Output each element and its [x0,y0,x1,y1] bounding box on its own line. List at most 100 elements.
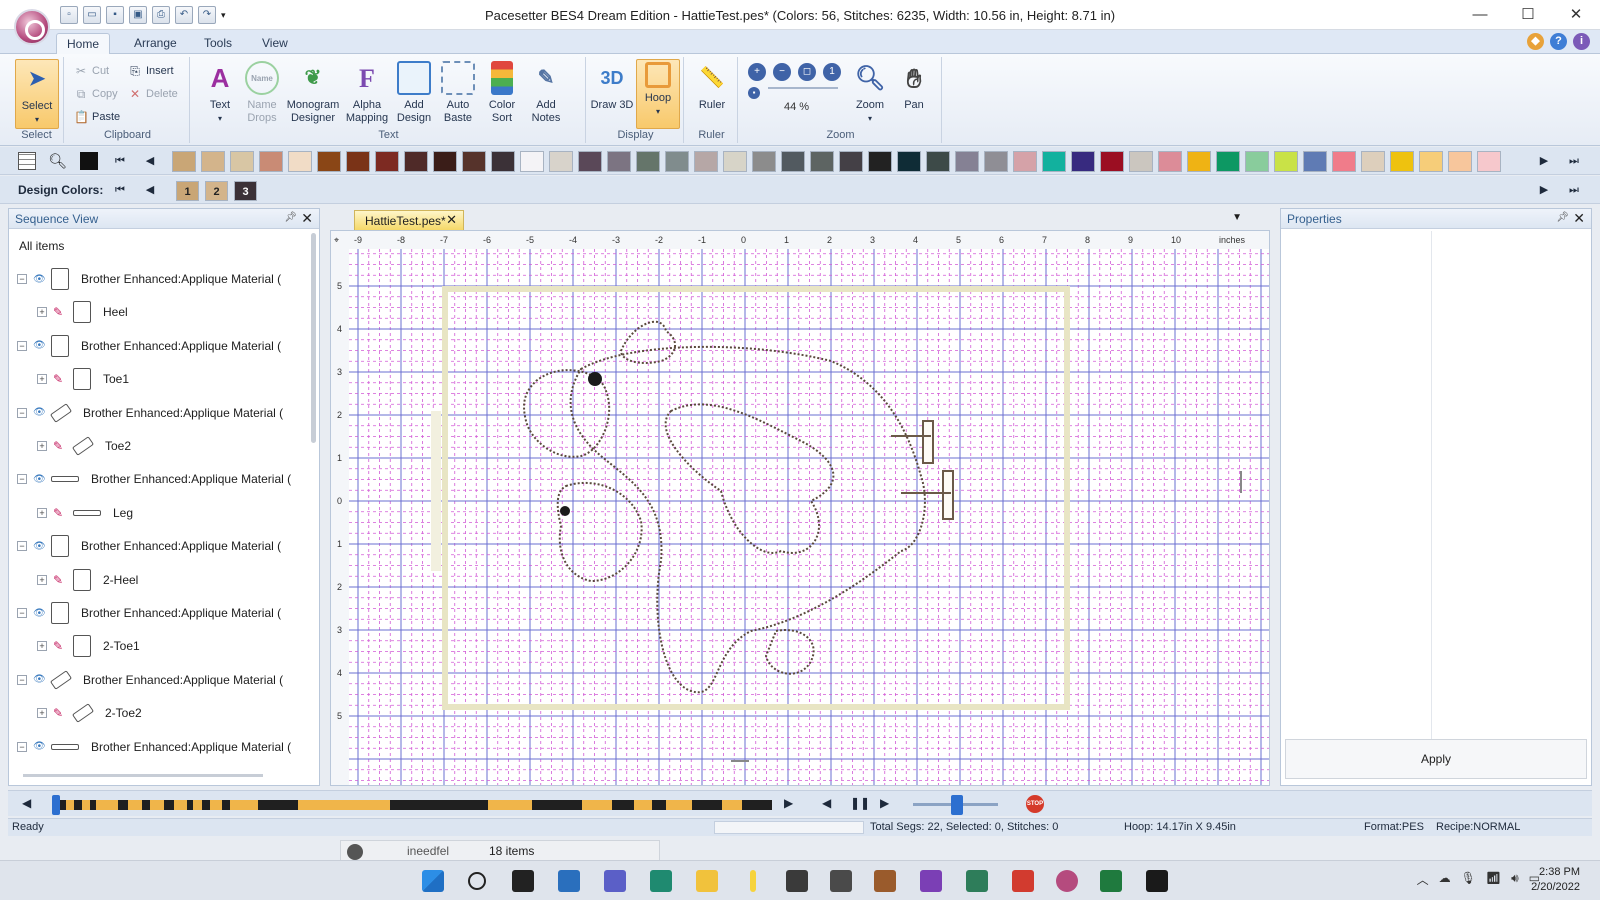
palette-swatch[interactable] [1013,151,1037,172]
palette-swatch[interactable] [1042,151,1066,172]
grid-view-icon[interactable] [18,152,36,170]
collapse-icon[interactable]: − [17,741,27,752]
cloud-icon[interactable]: ☁ [1439,871,1451,888]
design-colors-first-icon[interactable]: ⏮ [112,182,128,198]
palette-swatch[interactable] [288,151,312,172]
design-color-chip[interactable]: 3 [234,181,257,201]
palette-swatch[interactable] [259,151,283,172]
applique-icon[interactable]: ✎ [53,573,67,587]
palette-swatch[interactable] [230,151,254,172]
calculator-icon[interactable] [786,870,808,892]
pacesetter-app-icon[interactable] [1056,870,1078,892]
tree-group-row[interactable]: − 👁︎ Brother Enhanced:Applique Material ( [17,401,307,425]
segment-next-icon[interactable]: ▶ [784,796,793,810]
monogram-designer-button[interactable]: ❦ Monogram Designer [286,59,340,129]
applique-icon[interactable]: ✎ [53,706,67,720]
help-icon[interactable]: ? [1550,33,1567,50]
windows-start-icon[interactable] [422,870,444,892]
collapse-icon[interactable]: − [17,474,27,485]
tree-item-row[interactable]: + ✎ 2-Toe1 [17,634,307,658]
paste-button[interactable]: 📋 Paste [74,107,120,127]
applique-icon[interactable]: ✎ [53,305,67,319]
palette-swatch[interactable] [1274,151,1298,172]
palette-swatch[interactable] [346,151,370,172]
tab-arrange[interactable]: Arrange [124,33,187,55]
file-explorer-icon[interactable] [696,870,718,892]
sequence-scrollbar[interactable] [311,233,316,443]
tree-item-row[interactable]: + ✎ Heel [17,300,307,324]
tree-group-row[interactable]: − 👁︎ Brother Enhanced:Applique Material ( [17,668,307,692]
info-icon[interactable]: i [1573,33,1590,50]
taskbar-app-icon[interactable] [558,870,580,892]
collapse-icon[interactable]: − [17,274,27,284]
palette-swatch[interactable] [1303,151,1327,172]
palette-swatch[interactable] [317,151,341,172]
edge-browser-icon[interactable] [650,870,672,892]
visibility-eye-icon[interactable]: 👁︎ [33,407,47,418]
segment-slider-thumb[interactable] [52,795,60,815]
palette-swatch[interactable] [839,151,863,172]
tab-view[interactable]: View [252,33,298,55]
collapse-icon[interactable]: − [17,407,27,418]
palette-swatch[interactable] [1419,151,1443,172]
name-drops-button[interactable]: Name Name Drops [240,59,284,129]
wifi-icon[interactable]: 📶︎ [1486,871,1501,888]
palette-swatch[interactable] [897,151,921,172]
palette-swatch[interactable] [172,151,196,172]
segment-prev-icon[interactable]: ◀ [22,796,31,810]
applique-icon[interactable]: ✎ [53,639,67,653]
document-tab[interactable]: HattieTest.pes* ✕ [354,210,464,230]
palette-swatch[interactable] [1158,151,1182,172]
tree-item-row[interactable]: + ✎ Leg [17,501,307,525]
palette-swatch[interactable] [549,151,573,172]
tab-tools[interactable]: Tools [194,33,242,55]
maximize-button[interactable]: ☐ [1504,0,1552,30]
color-sort-button[interactable]: Color Sort [480,59,524,129]
palette-swatch[interactable] [375,151,399,172]
tree-group-row[interactable]: − 👁︎ Brother Enhanced:Applique Material ( [17,334,307,358]
microphone-icon[interactable]: 🎙︎ [1461,871,1476,888]
palette-swatch[interactable] [433,151,457,172]
palette-swatch[interactable] [955,151,979,172]
palette-swatch[interactable] [1332,151,1356,172]
taskbar-app-icon[interactable] [966,870,988,892]
speaker-icon[interactable]: 🔊︎ [1511,871,1519,888]
tree-item-row[interactable]: + ✎ Toe2 [17,434,307,458]
tree-group-row[interactable]: − 👁︎ Brother Enhanced:Applique Material ( [17,467,307,491]
palette-swatch[interactable] [1216,151,1240,172]
applique-icon[interactable]: ✎ [53,372,67,386]
delete-button[interactable]: ✕ Delete [128,84,178,104]
palette-last-icon[interactable]: ⏭ [1566,153,1582,169]
pencil-app-icon[interactable] [750,870,756,892]
pdf-app-icon[interactable] [1012,870,1034,892]
palette-swatch[interactable] [1100,151,1124,172]
palette-swatch[interactable] [665,151,689,172]
zoom-fit-icon[interactable]: ◻ [798,63,816,81]
taskbar-app-icon[interactable] [920,870,942,892]
taskbar-app-icon[interactable] [830,870,852,892]
palette-swatch[interactable] [1245,151,1269,172]
thread-search-icon[interactable]: 🔍︎ [48,152,67,170]
tree-group-row[interactable]: − 👁︎ Brother Enhanced:Applique Material ( [17,735,307,759]
tree-group-row[interactable]: − 👁︎ Brother Enhanced:Applique Material ( [17,534,307,558]
palette-swatch[interactable] [578,151,602,172]
tree-item-row[interactable]: + ✎ Toe1 [17,367,307,391]
expand-icon[interactable]: + [37,574,47,585]
palette-swatch[interactable] [926,151,950,172]
palette-swatch[interactable] [1448,151,1472,172]
applique-icon[interactable]: ✎ [53,439,67,453]
expand-icon[interactable]: + [37,374,47,385]
palette-swatch[interactable] [1187,151,1211,172]
palette-swatch[interactable] [201,151,225,172]
palette-swatch[interactable] [404,151,428,172]
design-colors-last-icon[interactable]: ⏭ [1566,182,1582,198]
tree-item-row[interactable]: + ✎ 2-Toe2 [17,701,307,725]
palette-swatch[interactable] [984,151,1008,172]
pin-icon[interactable]: 📌︎ [1556,212,1569,223]
applique-icon[interactable]: ✎ [53,506,67,520]
expand-icon[interactable]: + [37,307,47,318]
insert-button[interactable]: ⎘ Insert [128,61,173,81]
zoom-button[interactable]: 🔍︎ Zoom ▾ [848,59,892,129]
expand-icon[interactable]: + [37,441,47,451]
tree-group-row[interactable]: − 👁︎ Brother Enhanced:Applique Material ( [17,601,307,625]
